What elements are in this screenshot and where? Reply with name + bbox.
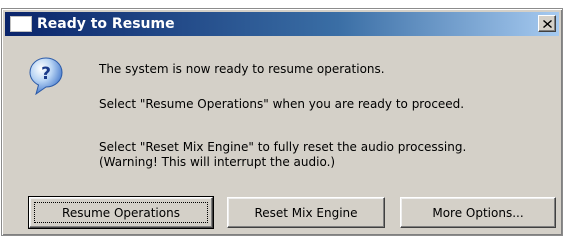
- reset-mix-engine-label: Reset Mix Engine: [254, 205, 358, 220]
- title-bar[interactable]: Ready to Resume: [5, 12, 559, 36]
- close-icon: [542, 19, 552, 28]
- question-glyph: ?: [41, 64, 51, 84]
- message-line-3: Select "Reset Mix Engine" to fully reset…: [99, 140, 467, 154]
- resume-operations-button[interactable]: Resume Operations: [28, 196, 214, 229]
- message-line-1: The system is now ready to resume operat…: [99, 62, 385, 76]
- reset-mix-engine-button[interactable]: Reset Mix Engine: [227, 197, 385, 228]
- more-options-button[interactable]: More Options...: [400, 197, 556, 228]
- dialog-window: Ready to Resume ? The system is now read…: [1, 8, 563, 236]
- window-icon: [10, 16, 32, 32]
- more-options-label: More Options...: [432, 205, 524, 220]
- focus-rect: [34, 202, 208, 223]
- window-title: Ready to Resume: [37, 16, 175, 32]
- message-line-4: (Warning! This will interrupt the audio.…: [99, 155, 336, 169]
- message-line-2: Select "Resume Operations" when you are …: [99, 97, 465, 111]
- question-icon: ?: [29, 57, 63, 95]
- close-button[interactable]: [538, 15, 556, 32]
